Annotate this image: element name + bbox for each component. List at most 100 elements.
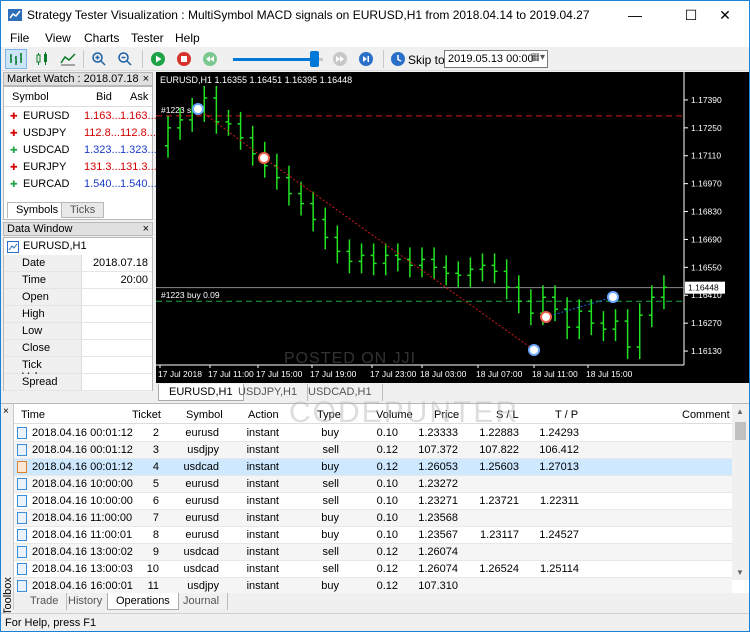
- tab-ticks[interactable]: Ticks: [61, 202, 105, 218]
- market-watch-row[interactable]: ✚ EURJPY 131.3... 131.3...: [4, 159, 157, 176]
- col-ask[interactable]: Ask: [130, 91, 148, 103]
- menu-file[interactable]: File: [10, 31, 29, 45]
- speed-slider-thumb[interactable]: [310, 51, 319, 67]
- cell-type: sell: [322, 478, 339, 490]
- data-window-row: Low: [4, 323, 152, 340]
- close-icon[interactable]: ×: [3, 406, 9, 417]
- close-icon[interactable]: ×: [143, 223, 149, 235]
- col-symbol[interactable]: Symbol: [12, 91, 49, 103]
- cell-symbol: eurusd: [185, 529, 219, 541]
- time-label: 17 Jul 11:00: [208, 369, 254, 379]
- menu-tester[interactable]: Tester: [131, 31, 164, 45]
- candlestick-button[interactable]: [31, 49, 53, 69]
- col-time[interactable]: Time: [21, 409, 45, 421]
- table-row[interactable]: 2018.04.16 00:01:12 4 usdcad instant buy 0.12…: [14, 459, 732, 476]
- calendar-dropdown-icon[interactable]: ▦▾: [531, 52, 545, 63]
- tab-operations[interactable]: Operations: [107, 593, 179, 610]
- table-row[interactable]: 2018.04.16 00:01:12 3 usdjpy instant sell 0.1…: [14, 442, 732, 459]
- fast-forward-button[interactable]: [329, 49, 351, 69]
- speed-slider-fill: [233, 58, 310, 61]
- cell-action: instant: [246, 580, 279, 592]
- play-button[interactable]: [147, 49, 169, 69]
- zoom-out-button[interactable]: [114, 49, 136, 69]
- menu-view[interactable]: View: [45, 31, 71, 45]
- trade-marker-icon: [528, 344, 540, 356]
- cell-symbol: usdjpy: [187, 580, 219, 592]
- tab-history[interactable]: History: [60, 593, 112, 610]
- skip-date-input[interactable]: 2019.05.13 00:00 ▦▾: [444, 50, 548, 68]
- cell-ticket: 10: [146, 563, 159, 575]
- cell-ticket: 11: [147, 580, 159, 592]
- toolbox-label: Toolbox: [2, 577, 14, 615]
- close-button[interactable]: ✕: [702, 1, 748, 29]
- menu-help[interactable]: Help: [175, 31, 200, 45]
- table-row[interactable]: 2018.04.16 10:00:00 5 eurusd instant sell 0.1…: [14, 476, 732, 493]
- market-watch-row[interactable]: ✚ EURUSD 1.163... 1.163...: [4, 108, 157, 125]
- ask-price: 1.163...: [120, 110, 157, 122]
- toolbar: Skip to 2019.05.13 00:00 ▦▾: [1, 47, 749, 71]
- symbol-name: EURUSD: [23, 110, 70, 122]
- cell-time: 2018.04.16 10:00:00: [32, 495, 133, 507]
- market-watch-row[interactable]: ✚ EURCAD 1.540... 1.540...: [4, 176, 157, 193]
- minimize-button[interactable]: —: [612, 1, 658, 29]
- scroll-up-icon[interactable]: ▲: [736, 407, 744, 416]
- trade-marker-icon: [258, 152, 270, 164]
- table-row[interactable]: 2018.04.16 10:00:00 6 eurusd instant sell 0.1…: [14, 493, 732, 510]
- table-row[interactable]: 2018.04.16 11:00:01 8 eurusd instant buy 0.10…: [14, 527, 732, 544]
- tab-symbols[interactable]: Symbols: [7, 202, 68, 218]
- data-value: 2018.07.18: [92, 257, 148, 269]
- close-icon[interactable]: ×: [143, 73, 149, 85]
- data-window-row: High: [4, 306, 152, 323]
- arrow-up-icon: ✚: [10, 179, 18, 189]
- cell-action: instant: [246, 546, 279, 558]
- vertical-scrollbar[interactable]: ▲ ▼: [732, 404, 749, 580]
- order-icon: [17, 563, 27, 575]
- line-chart-button[interactable]: [57, 49, 79, 69]
- bar-chart-button[interactable]: [5, 49, 27, 69]
- cell-symbol: usdcad: [183, 563, 219, 575]
- col-action[interactable]: Action: [248, 409, 279, 421]
- cell-symbol: eurusd: [185, 427, 219, 439]
- menu-charts[interactable]: Charts: [84, 31, 119, 45]
- candlestick-icon: [36, 52, 47, 65]
- rewind-button[interactable]: [199, 49, 221, 69]
- cell-type: sell: [322, 495, 339, 507]
- data-window-row: Time 20:00: [4, 272, 152, 289]
- market-watch-title: Market Watch : 2018.07.18 ×: [3, 72, 153, 86]
- col-bid[interactable]: Bid: [96, 91, 112, 103]
- chart-canvas: EURUSD,H1 1.16355 1.16451 1.16395 1.1644…: [156, 72, 725, 379]
- cell-price: 1.23567: [418, 529, 458, 541]
- trade-trail: [263, 157, 535, 351]
- col-symbol[interactable]: Symbol: [186, 409, 223, 421]
- cell-price: 1.26074: [418, 546, 458, 558]
- market-watch-row[interactable]: ✚ USDJPY 112.8... 112.8...: [4, 125, 156, 142]
- scrollbar-thumb[interactable]: [735, 422, 746, 440]
- table-row[interactable]: 2018.04.16 13:00:03 10 usdcad instant sell 0.…: [14, 561, 732, 578]
- scroll-down-icon[interactable]: ▼: [736, 568, 744, 577]
- skip-to-button[interactable]: [387, 49, 409, 69]
- line-chart-icon: [60, 53, 76, 66]
- toolbox-panel: × Toolbox Time Ticket Symbol Action Type Volu…: [1, 403, 749, 615]
- cell-ticket: 9: [152, 546, 159, 558]
- table-row[interactable]: 2018.04.16 13:00:02 9 usdcad instant sell 0.1…: [14, 544, 732, 561]
- table-row[interactable]: 2018.04.16 11:00:00 7 eurusd instant buy 0.10…: [14, 510, 732, 527]
- cell-time: 2018.04.16 10:00:00: [32, 478, 133, 490]
- cell-tp: 1.24293: [539, 427, 579, 439]
- col-ticket[interactable]: Ticket: [132, 409, 161, 421]
- order-icon: [17, 427, 27, 439]
- rewind-icon: [203, 52, 217, 66]
- price-chart[interactable]: EURUSD,H1 1.16355 1.16451 1.16395 1.1644…: [156, 72, 749, 383]
- toolbox-tabs: Trade History Operations Journal: [14, 593, 749, 610]
- market-watch-row[interactable]: ✚ USDCAD 1.323... 1.323...: [4, 142, 157, 159]
- price-label: 1.17250: [691, 123, 722, 133]
- tab-journal[interactable]: Journal: [175, 593, 229, 610]
- col-comment[interactable]: Comment: [682, 409, 730, 421]
- col-tp[interactable]: T / P: [555, 409, 578, 421]
- cell-ticket: 7: [152, 512, 159, 524]
- zoom-in-button[interactable]: [88, 49, 110, 69]
- skip-end-button[interactable]: [355, 49, 377, 69]
- price-label: 1.16970: [691, 179, 722, 189]
- cell-time: 2018.04.16 13:00:03: [32, 563, 133, 575]
- cell-ticket: 2: [152, 427, 159, 439]
- stop-button[interactable]: [173, 49, 195, 69]
